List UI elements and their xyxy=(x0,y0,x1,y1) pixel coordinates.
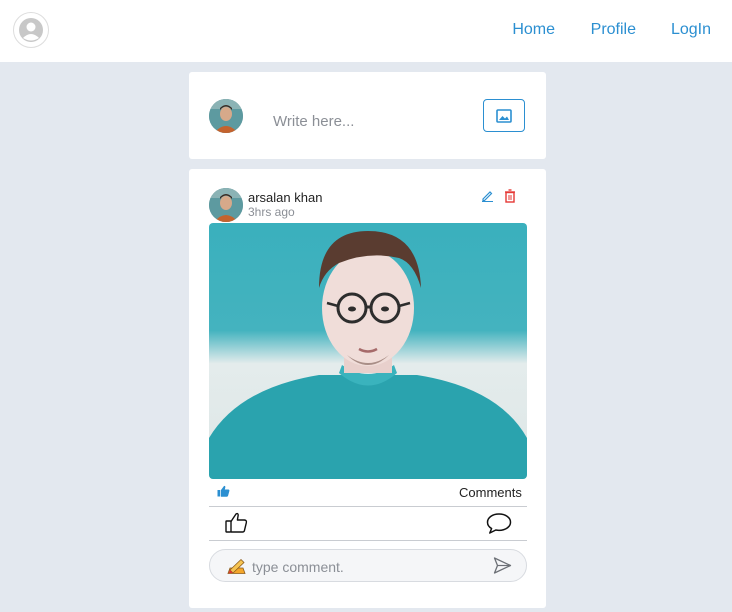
post-timestamp: 3hrs ago xyxy=(248,205,295,219)
user-icon[interactable] xyxy=(13,12,49,48)
comment-button[interactable] xyxy=(486,512,512,540)
post-image[interactable] xyxy=(209,223,527,479)
like-button[interactable] xyxy=(225,512,248,538)
avatar xyxy=(209,99,243,133)
divider xyxy=(209,540,527,541)
avatar[interactable] xyxy=(209,188,243,222)
nav-profile-link[interactable]: Profile xyxy=(591,21,636,39)
navbar: Home Profile LogIn xyxy=(0,0,732,62)
pencil-emoji-icon[interactable] xyxy=(227,558,246,580)
thumbs-up-icon xyxy=(217,484,230,502)
comment-icon xyxy=(486,513,512,534)
edit-icon[interactable] xyxy=(481,189,494,207)
thumbs-up-icon xyxy=(225,512,248,533)
post-author[interactable]: arsalan khan xyxy=(248,190,322,205)
post-card: arsalan khan 3hrs ago Comments type comm… xyxy=(189,169,546,608)
comments-label[interactable]: Comments xyxy=(459,485,522,500)
image-icon xyxy=(496,108,512,123)
post-input[interactable] xyxy=(271,110,475,132)
send-icon xyxy=(493,557,512,574)
add-image-button[interactable] xyxy=(483,99,525,132)
send-button[interactable] xyxy=(493,556,512,580)
comment-input[interactable] xyxy=(250,556,474,578)
nav-home-link[interactable]: Home xyxy=(512,21,555,39)
nav-login-link[interactable]: LogIn xyxy=(671,21,711,39)
divider xyxy=(209,506,527,507)
post-composer xyxy=(189,72,546,159)
delete-icon[interactable] xyxy=(504,189,516,208)
comment-bar xyxy=(209,549,527,582)
